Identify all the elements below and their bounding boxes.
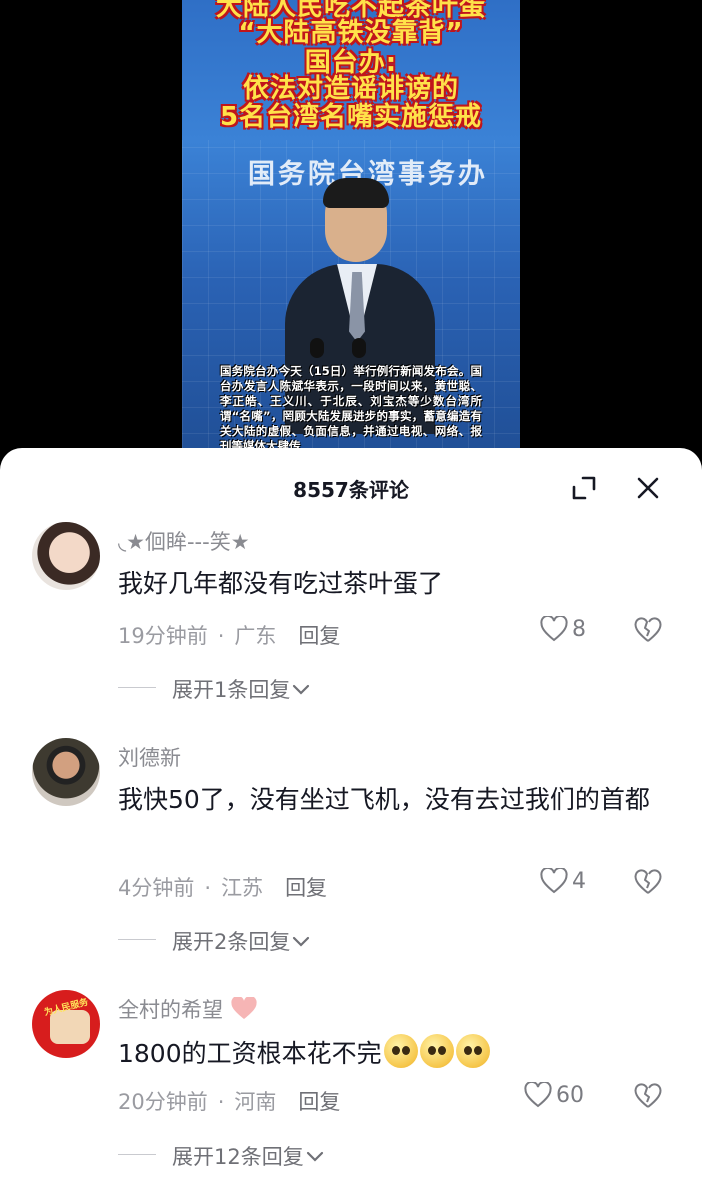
broken-heart-icon[interactable]	[634, 868, 662, 896]
broken-heart-icon[interactable]	[634, 616, 662, 644]
divider	[118, 687, 156, 688]
comment-time: 20分钟前	[118, 1090, 208, 1114]
divider	[118, 939, 156, 940]
pink-heart-icon	[231, 995, 257, 1019]
expand-replies-label: 展开2条回复	[172, 930, 291, 954]
comment-meta: 4分钟前 · 江苏 回复	[118, 876, 328, 900]
video-player[interactable]: 大陆人民吃不起茶叶蛋 “大陆高铁没靠背” 国台办: 依法对造谣诽谤的 5名台湾名…	[182, 0, 520, 470]
like-count: 60	[556, 1082, 584, 1108]
video-caption: 国务院台办今天（15日）举行例行新闻发布会。国台办发言人陈斌华表示，一段时间以来…	[220, 364, 482, 453]
avatar[interactable]	[32, 522, 100, 590]
video-headline-line-5: 5名台湾名嘴实施惩戒	[219, 102, 483, 132]
heart-icon	[524, 1082, 552, 1108]
comment-username[interactable]: ◟★佪眸---笑★	[118, 526, 250, 556]
like-button[interactable]: 60	[524, 1082, 584, 1108]
comment-time: 19分钟前	[118, 624, 208, 648]
comment-text-body: 1800的工资根本花不完	[118, 1039, 382, 1068]
heart-icon	[540, 868, 568, 894]
like-button[interactable]: 8	[540, 616, 586, 642]
comment-username[interactable]: 刘德新	[118, 742, 181, 772]
divider	[118, 1154, 156, 1155]
expand-replies-button[interactable]: 展开1条回复	[172, 674, 312, 704]
comment-meta: 20分钟前 · 河南 回复	[118, 1090, 341, 1114]
reply-button[interactable]: 回复	[298, 1090, 340, 1114]
microphone	[352, 338, 366, 358]
expand-replies-label: 展开12条回复	[172, 1145, 304, 1169]
comment-location: 河南	[234, 1090, 277, 1114]
chevron-down-icon	[293, 684, 310, 695]
comment-text: 1800的工资根本花不完	[118, 1034, 668, 1072]
comment-text: 我快50了，没有坐过飞机，没有去过我们的首都	[118, 785, 650, 814]
comment-username[interactable]: 全村的希望	[118, 994, 258, 1024]
comment-username-text: 全村的希望	[118, 998, 223, 1022]
like-count: 4	[572, 868, 586, 894]
expand-replies-button[interactable]: 展开2条回复	[172, 926, 312, 956]
comment-location: 江苏	[221, 876, 264, 900]
like-button[interactable]: 4	[540, 868, 586, 894]
chevron-down-icon	[306, 1151, 323, 1162]
avatar[interactable]	[32, 738, 100, 806]
reply-button[interactable]: 回复	[285, 876, 327, 900]
chevron-down-icon	[293, 936, 310, 947]
comment-location: 广东	[234, 624, 277, 648]
comments-sheet: 8557条评论 ◟★佪眸---笑★ 我好几年都没有吃过茶叶蛋了 19分钟前 · 广东…	[0, 448, 702, 1200]
comment-text: 我好几年都没有吃过茶叶蛋了	[118, 569, 444, 598]
comment-meta: 19分钟前 · 广东 回复	[118, 624, 341, 648]
pleading-face-emoji	[419, 1034, 454, 1068]
avatar[interactable]: 为人民服务	[32, 990, 100, 1058]
microphone	[310, 338, 324, 358]
broken-heart-icon[interactable]	[634, 1082, 662, 1110]
expand-replies-button[interactable]: 展开12条回复	[172, 1141, 326, 1171]
reply-button[interactable]: 回复	[298, 624, 340, 648]
pleading-face-emoji	[383, 1034, 418, 1068]
close-icon[interactable]	[634, 474, 662, 502]
expand-replies-label: 展开1条回复	[172, 678, 291, 702]
comment-time: 4分钟前	[118, 876, 195, 900]
heart-icon	[540, 616, 568, 642]
pleading-face-emoji	[455, 1034, 490, 1068]
fullscreen-expand-icon[interactable]	[570, 474, 598, 502]
like-count: 8	[572, 616, 586, 642]
